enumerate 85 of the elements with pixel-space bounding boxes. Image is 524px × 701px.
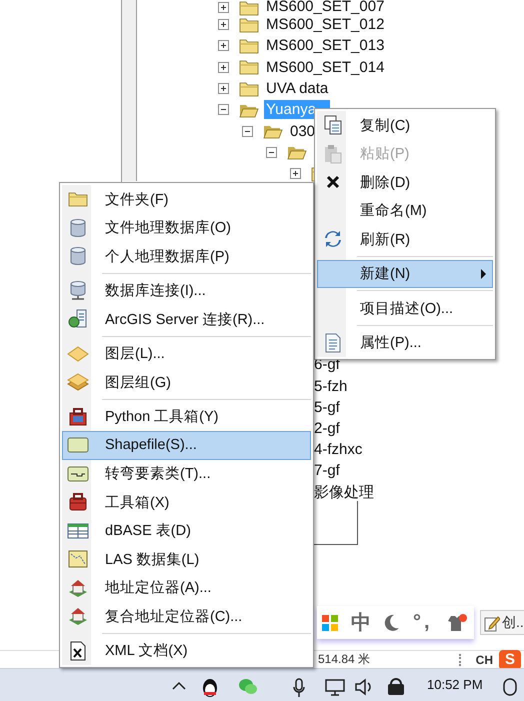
windows-logo-icon[interactable] [322, 614, 338, 630]
menu-item[interactable]: 删除(D) [317, 168, 493, 196]
expand-toggle[interactable] [218, 62, 229, 73]
database-connection-icon [68, 280, 86, 301]
chevron-up-icon[interactable] [172, 681, 186, 690]
table-icon [66, 522, 88, 539]
folder-label[interactable]: 5-gf [314, 396, 340, 418]
menu-item[interactable]: 文件地理数据库(O) [62, 214, 311, 242]
menu-item[interactable]: ArcGIS Server 连接(R)... [62, 305, 311, 334]
folder-icon [239, 38, 259, 54]
collapse-toggle[interactable] [242, 126, 253, 137]
xml-document-icon [70, 640, 86, 661]
input-language[interactable]: CH [476, 652, 493, 667]
folder-label[interactable]: MS600_SET_013 [264, 36, 386, 56]
menu-item[interactable]: 个人地理数据库(P) [62, 242, 311, 270]
refresh-icon [324, 230, 342, 248]
clock[interactable]: 10:52 PM [427, 677, 483, 692]
menu-item[interactable]: 项目描述(O)... [317, 294, 493, 322]
menu-item[interactable]: 图层(L)... [62, 340, 311, 368]
stacked-layers-icon [66, 373, 88, 392]
monitor-icon[interactable] [325, 678, 345, 696]
expand-toggle[interactable] [290, 168, 301, 180]
menu-item[interactable]: 复合地址定位器(C)... [62, 602, 311, 630]
folder-label[interactable]: 7-gf [314, 460, 340, 482]
menu-item[interactable]: 刷新(R) [317, 225, 493, 254]
menu-item[interactable]: Shapefile(S)... [62, 431, 311, 460]
menu-item[interactable]: 工具箱(X) [62, 488, 311, 516]
create-button[interactable]: 创... [480, 610, 524, 635]
menu-item[interactable]: 数据库连接(I)... [62, 276, 311, 305]
expand-toggle[interactable] [218, 83, 229, 94]
delete-icon [326, 175, 340, 190]
pencil-icon [484, 614, 500, 632]
punctuation-toggle[interactable]: °, [413, 611, 433, 634]
clipboard-icon [324, 144, 342, 164]
folder-label[interactable]: 影像处理 [314, 482, 374, 503]
expand-toggle[interactable] [218, 2, 229, 13]
open-folder-icon [287, 144, 307, 160]
folder-label[interactable]: 5-fzh [314, 376, 348, 397]
menu-item[interactable]: 地址定位器(A)... [62, 574, 311, 602]
house-icon [68, 578, 88, 598]
toolbox-icon [68, 493, 88, 512]
moon-icon[interactable] [384, 614, 400, 632]
folder-label[interactable]: 4-fzhxc [314, 439, 362, 460]
expand-toggle[interactable] [218, 40, 229, 52]
menu-item[interactable]: 文件夹(F) [62, 185, 311, 214]
toolbox-icon [68, 406, 88, 427]
notification-icon[interactable] [502, 678, 518, 696]
house-icon [68, 606, 88, 626]
folder-icon [239, 0, 259, 16]
folder-icon [239, 80, 259, 97]
menu-item[interactable]: 属性(P)... [317, 328, 493, 357]
microphone-icon[interactable] [293, 678, 305, 698]
shirt-icon[interactable] [446, 614, 468, 632]
database-icon [68, 218, 86, 237]
folder-label[interactable]: MS600_SET_007 [264, 0, 386, 14]
database-icon [68, 247, 86, 266]
point-grid-icon [68, 550, 88, 568]
folder-label[interactable]: MS600_SET_012 [264, 15, 386, 34]
collapse-toggle[interactable] [218, 104, 229, 116]
menu-item[interactable]: LAS 数据集(L) [62, 545, 311, 574]
folder-label[interactable]: 2-gf [314, 418, 340, 440]
server-globe-icon [68, 309, 88, 330]
collapse-toggle[interactable] [266, 146, 277, 158]
coordinates-text: 514.84 米 [318, 651, 370, 668]
open-folder-icon [263, 123, 283, 140]
penguin-icon[interactable] [201, 678, 219, 698]
folder-label[interactable]: 030 [288, 122, 318, 141]
expand-toggle[interactable] [218, 19, 229, 30]
menu-item[interactable]: 新建(N) [317, 260, 493, 288]
folder-label[interactable]: UVA data [264, 79, 330, 98]
menu-item[interactable]: Python 工具箱(Y) [62, 402, 311, 431]
chinese-mode-toggle[interactable]: 中 [351, 609, 371, 636]
menu-item[interactable]: dBASE 表(D) [62, 516, 311, 545]
menu-item[interactable]: 图层组(G) [62, 368, 311, 396]
folder-icon [239, 16, 259, 33]
folder-icon [239, 59, 259, 76]
copy-icon [324, 115, 342, 136]
folder-icon [68, 191, 88, 208]
menu-item[interactable]: XML 文档(X) [62, 636, 311, 665]
diamond-icon [66, 346, 88, 362]
document-icon [324, 332, 340, 353]
rectangle-icon [66, 437, 88, 454]
menu-item[interactable]: 重命名(M) [317, 196, 493, 225]
folder-label[interactable]: MS600_SET_014 [264, 58, 386, 77]
menu-item[interactable]: 转弯要素类(T)... [62, 460, 311, 488]
